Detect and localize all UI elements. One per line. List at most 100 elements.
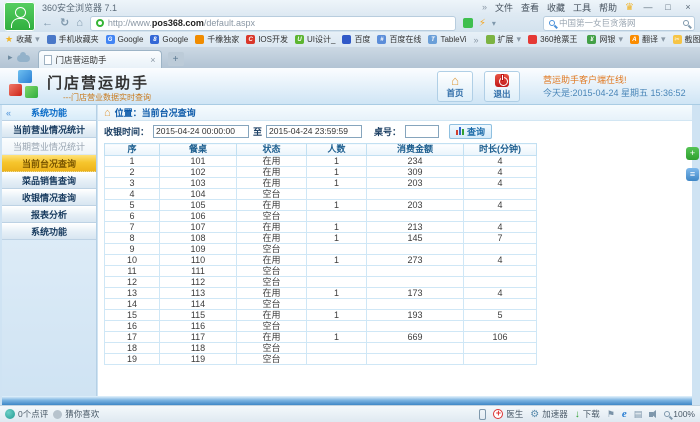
table-row[interactable]: 1101在用12344 (105, 156, 537, 167)
menu-item[interactable]: 收藏 (547, 1, 565, 14)
download-item[interactable]: ↓ 下载 (575, 408, 600, 420)
sidebar-item-label: 收银情况查询 (22, 191, 76, 204)
cell-status: 在用 (237, 288, 307, 299)
extension-item[interactable]: 360抢票王 (528, 34, 580, 45)
time-to-input[interactable] (266, 125, 362, 138)
bookmark-item[interactable]: #百度在线 (377, 34, 421, 45)
table-row[interactable]: 15115在用11935 (105, 310, 537, 321)
guess-item[interactable]: 猜你喜欢 (53, 408, 99, 420)
bookmark-item[interactable]: UUI设计_ (295, 34, 335, 45)
collapse-icon[interactable]: « (6, 108, 11, 118)
bookmark-item[interactable]: TTableVi (428, 34, 466, 45)
sidebar-item[interactable]: 当期营业情况统计 (2, 138, 96, 155)
speaker-icon[interactable] (649, 412, 653, 417)
menu-item[interactable]: 文件 (495, 1, 513, 14)
extension-item[interactable]: ¥网银▾ (587, 34, 623, 45)
table-row[interactable]: 9109空台 (105, 244, 537, 255)
table-row[interactable]: 5105在用12034 (105, 200, 537, 211)
table-row[interactable]: 14114空台 (105, 299, 537, 310)
table-no-input[interactable] (405, 125, 439, 138)
table-row[interactable]: 18118空台 (105, 343, 537, 354)
table-row[interactable]: 10110在用12734 (105, 255, 537, 266)
restore-button[interactable]: □ (662, 2, 674, 12)
bookmark-label: 百度 (354, 34, 370, 45)
bookmark-item[interactable]: CIOS开发 (246, 34, 288, 45)
table-row[interactable]: 6106空台 (105, 211, 537, 222)
table-row[interactable]: 16116空台 (105, 321, 537, 332)
cell-status: 空台 (237, 299, 307, 310)
cell-table-no: 110 (160, 255, 237, 266)
extension-item[interactable]: ✂截图▾ (673, 34, 700, 45)
side-gadget-menu-icon[interactable]: ≡ (686, 168, 699, 181)
sidebar-item[interactable]: 收银情况查询 (2, 189, 96, 206)
cell-seq: 1 (105, 156, 160, 167)
search-icon[interactable] (683, 20, 689, 26)
ie-compat-icon[interactable]: e (622, 408, 627, 420)
minimize-button[interactable]: — (642, 2, 654, 12)
table-row[interactable]: 3103在用12034 (105, 178, 537, 189)
bookmarks-overflow-icon[interactable]: » (474, 35, 479, 45)
chevron-down-icon[interactable]: ▾ (492, 19, 496, 28)
query-button[interactable]: 查询 (449, 124, 492, 139)
pin-icon[interactable]: ▸ (8, 52, 13, 63)
side-gadget-add-icon[interactable]: + (686, 147, 699, 160)
cell-seq: 18 (105, 343, 160, 354)
close-button[interactable]: × (682, 2, 694, 12)
back-icon[interactable]: ← (42, 18, 53, 29)
sidebar-item[interactable]: 系统功能 (2, 223, 96, 240)
vip-crown-icon[interactable]: ♛ (625, 2, 634, 13)
reviews-item[interactable]: 0个点评 (5, 408, 48, 420)
bookmark-item[interactable]: 千橡独家 (195, 34, 239, 45)
bookmark-item[interactable]: 8Google (150, 34, 188, 45)
tab-close-icon[interactable]: × (150, 55, 155, 65)
sidebar-item[interactable]: 当前台况查询 (2, 155, 96, 172)
cell-minutes (464, 211, 537, 222)
cell-seq: 14 (105, 299, 160, 310)
browser-tab[interactable]: 门店营运助手 × (38, 50, 162, 68)
sidebar-item[interactable]: 当前营业情况统计 (2, 121, 96, 138)
home-icon[interactable]: ⌂ (76, 18, 83, 29)
sidebar-item[interactable]: 菜品销售查询 (2, 172, 96, 189)
cell-minutes: 106 (464, 332, 537, 343)
phone-icon[interactable] (479, 409, 486, 420)
refresh-icon[interactable]: ↻ (60, 18, 69, 29)
table-row[interactable]: 8108在用11457 (105, 233, 537, 244)
exit-button[interactable]: 退出 (484, 71, 520, 102)
sidebar-item[interactable]: 报表分析 (2, 206, 96, 223)
cell-seq: 17 (105, 332, 160, 343)
user-avatar[interactable] (4, 2, 35, 31)
speed-mode-icon[interactable] (463, 18, 473, 28)
menu-overflow-icon[interactable]: » (482, 2, 487, 12)
table-row[interactable]: 2102在用13094 (105, 167, 537, 178)
table-row[interactable]: 11111空台 (105, 266, 537, 277)
table-row[interactable]: 13113在用11734 (105, 288, 537, 299)
bookmark-item[interactable]: 手机收藏夹 (47, 34, 99, 45)
address-bar[interactable]: http://www.pos368.com/default.aspx (90, 16, 456, 31)
extension-item[interactable]: 扩展▾ (486, 34, 522, 45)
accelerator-item[interactable]: ⚙ 加速器 (530, 408, 567, 420)
table-row[interactable]: 4104空台 (105, 189, 537, 200)
cell-amount (367, 266, 464, 277)
home-page-button[interactable]: ⌂ 首页 (437, 71, 473, 102)
bookmarks-root[interactable]: ★ 收藏 ▾ (5, 34, 40, 45)
menu-item[interactable]: 工具 (573, 1, 591, 14)
bolt-icon[interactable]: ⚡ (479, 18, 486, 29)
menu-item[interactable]: 帮助 (599, 1, 617, 14)
cloud-sync-icon[interactable] (17, 55, 30, 62)
new-tab-button[interactable]: + (168, 52, 184, 66)
flag-icon[interactable]: ⚑ (607, 409, 615, 420)
table-row[interactable]: 12112空台 (105, 277, 537, 288)
sidebar-header[interactable]: « 系统功能 (2, 105, 96, 121)
bookmark-item[interactable]: 百度 (342, 34, 370, 45)
bookmark-item[interactable]: GGoogle (106, 34, 144, 45)
search-input[interactable]: 中国第一女巨贪落网 (543, 16, 695, 31)
doctor-item[interactable]: 医生 (493, 408, 523, 420)
panel-icon[interactable]: ▤ (634, 409, 643, 420)
menu-item[interactable]: 查看 (521, 1, 539, 14)
zoom-item[interactable]: 100% (664, 409, 695, 419)
table-row[interactable]: 7107在用12134 (105, 222, 537, 233)
extension-item[interactable]: A翻译▾ (630, 34, 666, 45)
time-from-input[interactable] (153, 125, 249, 138)
table-row[interactable]: 19119空台 (105, 354, 537, 365)
table-row[interactable]: 17117在用1669106 (105, 332, 537, 343)
